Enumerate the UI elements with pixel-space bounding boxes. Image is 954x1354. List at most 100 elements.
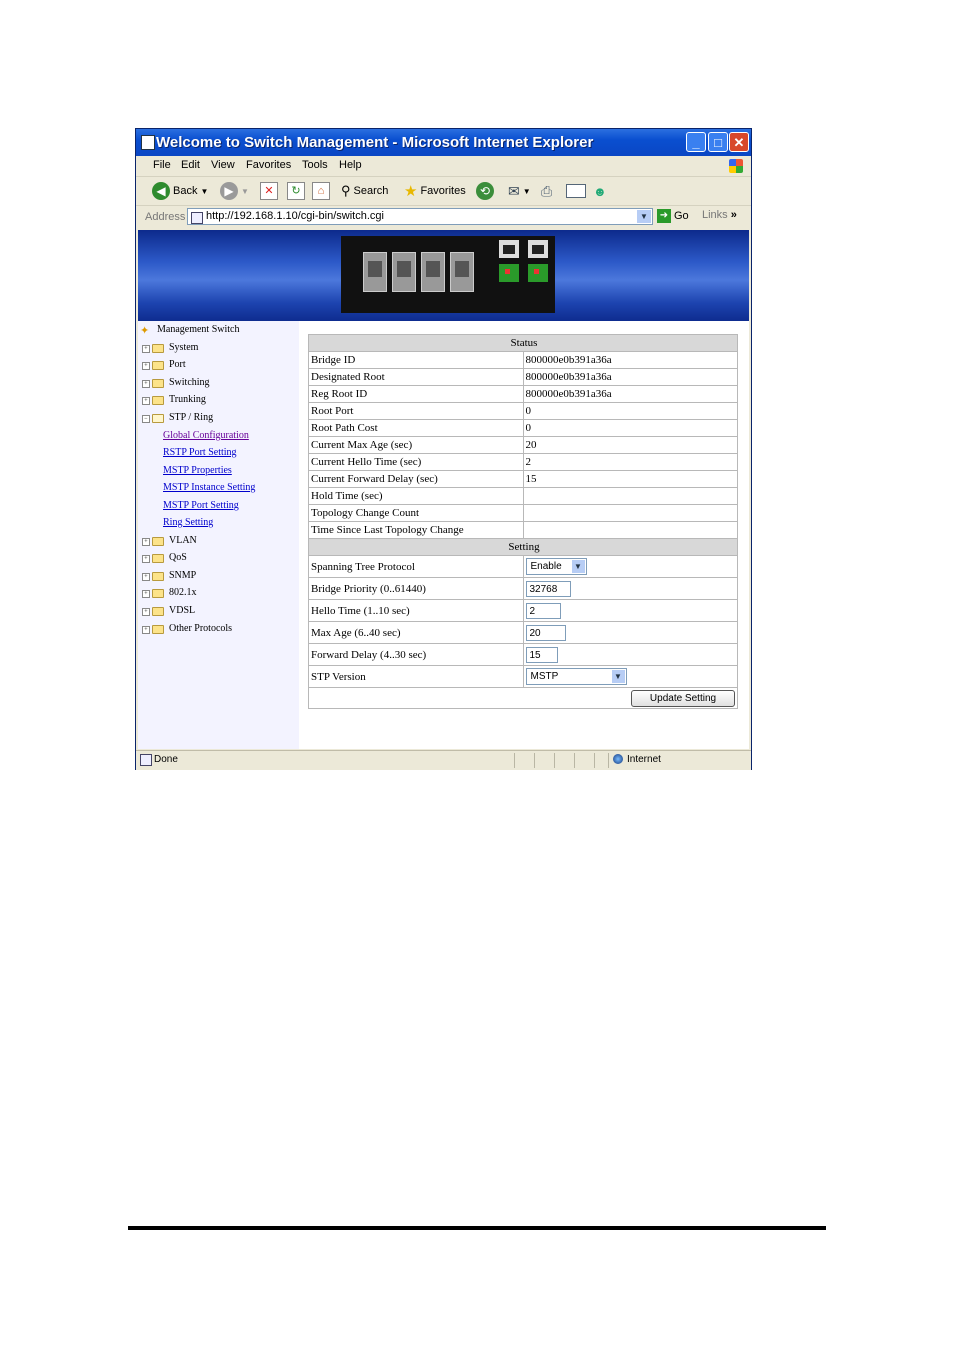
mail-dropdown-icon[interactable]: ▼ [523, 187, 531, 196]
table-row: Root Path Cost 0 [308, 419, 738, 437]
sidebar-item-system[interactable]: + System [138, 342, 299, 358]
links-button[interactable]: Links » [702, 209, 737, 221]
status-value [522, 504, 738, 522]
go-button[interactable]: ➜ Go [657, 209, 689, 223]
address-dropdown-icon[interactable]: ▼ [637, 210, 651, 223]
sidebar-item-stp-ring[interactable]: − STP / Ring [138, 412, 299, 428]
expand-icon[interactable]: + [142, 538, 150, 546]
sidebar-item-snmp[interactable]: + SNMP [138, 570, 299, 586]
table-row: Bridge ID 800000e0b391a36a [308, 351, 738, 369]
expand-icon[interactable]: + [142, 555, 150, 563]
title-bar[interactable]: Welcome to Switch Management - Microsoft… [136, 129, 751, 156]
menu-bar: File Edit View Favorites Tools Help [136, 156, 751, 177]
sidebar-item-vlan[interactable]: + VLAN [138, 535, 299, 551]
expand-icon[interactable]: + [142, 590, 150, 598]
sidebar-link-mstp-properties[interactable]: MSTP Properties [138, 465, 299, 481]
sidebar-item-label: VDSL [169, 605, 196, 616]
expand-icon[interactable]: + [142, 397, 150, 405]
globe-icon [613, 754, 623, 764]
status-divider [608, 753, 609, 768]
search-button[interactable]: ⚲ Search [341, 181, 388, 201]
sidebar-item-switching[interactable]: + Switching [138, 377, 299, 393]
menu-view[interactable]: View [211, 159, 235, 171]
expand-icon[interactable]: + [142, 626, 150, 634]
sidebar-item-vdsl[interactable]: + VDSL [138, 605, 299, 621]
sidebar-link-label: Global Configuration [163, 430, 249, 441]
expand-icon[interactable]: + [142, 608, 150, 616]
bridge-priority-input[interactable]: 32768 [525, 580, 571, 597]
status-bar: Done Internet [136, 750, 751, 770]
minimize-button[interactable]: _ [686, 132, 706, 152]
maximize-button[interactable]: □ [708, 132, 728, 152]
back-dropdown-icon[interactable]: ▼ [200, 187, 208, 196]
sidebar-link-rstp-port-setting[interactable]: RSTP Port Setting [138, 447, 299, 463]
messenger-button[interactable]: ☻ [593, 181, 607, 201]
stp-version-select[interactable]: MSTP ▼ [525, 668, 627, 685]
menu-favorites[interactable]: Favorites [246, 159, 291, 171]
refresh-button[interactable]: ↻ [287, 181, 305, 201]
menu-edit[interactable]: Edit [181, 159, 200, 171]
folder-icon [152, 589, 164, 598]
sidebar-item-port[interactable]: + Port [138, 359, 299, 375]
sidebar-item-label: VLAN [169, 535, 197, 546]
sidebar-link-global-configuration[interactable]: Global Configuration [138, 430, 299, 446]
edit-button[interactable] [566, 181, 586, 201]
sidebar-item-label: System [169, 342, 199, 353]
bridge-priority-label: Bridge Priority (0..61440) [308, 577, 524, 600]
sidebar-item-trunking[interactable]: + Trunking [138, 394, 299, 410]
back-button[interactable]: ◀ Back ▼ [152, 181, 208, 201]
favorites-button[interactable]: ★ Favorites [404, 181, 466, 201]
menu-file[interactable]: File [153, 159, 171, 171]
ethernet-port-icon [421, 252, 445, 292]
forward-delay-input[interactable]: 15 [525, 646, 558, 663]
tree-root[interactable]: ✦ Management Switch [138, 324, 299, 340]
menu-tools[interactable]: Tools [302, 159, 328, 171]
stop-button[interactable]: ✕ [260, 181, 278, 201]
status-value: 15 [522, 470, 738, 488]
sidebar-item-8021x[interactable]: + 802.1x [138, 587, 299, 603]
search-label: Search [353, 185, 389, 197]
browser-window: Welcome to Switch Management - Microsoft… [135, 128, 752, 770]
toolbar: ◀ Back ▼ ▶ ▼ ✕ ↻ ⌂ ⚲ Search ★ Favorites … [136, 177, 751, 206]
hello-time-input[interactable]: 2 [525, 602, 561, 619]
close-button[interactable]: ✕ [729, 132, 749, 152]
status-value: 800000e0b391a36a [522, 368, 738, 386]
ethernet-port-icon [450, 252, 474, 292]
table-row: Reg Root ID 800000e0b391a36a [308, 385, 738, 403]
open-folder-icon [152, 414, 164, 423]
max-age-input[interactable]: 20 [525, 624, 566, 641]
collapse-icon[interactable]: − [142, 415, 150, 423]
search-icon: ⚲ [341, 183, 351, 198]
windows-logo-icon [729, 159, 743, 173]
status-label: Bridge ID [308, 351, 524, 369]
menu-help[interactable]: Help [339, 159, 362, 171]
stp-table: Status Bridge ID 800000e0b391a36a Designa… [308, 334, 738, 709]
folder-icon [152, 344, 164, 353]
mail-button[interactable]: ✉ ▼ [508, 181, 531, 201]
expand-icon[interactable]: + [142, 362, 150, 370]
links-more-icon[interactable]: » [731, 209, 737, 221]
network-icon: ✦ [140, 325, 150, 337]
mail-icon: ✉ [508, 182, 520, 199]
expand-icon[interactable]: + [142, 345, 150, 353]
expand-icon[interactable]: + [142, 573, 150, 581]
stp-global-configuration: Status Bridge ID 800000e0b391a36a Designa… [308, 334, 738, 709]
sidebar-link-mstp-port-setting[interactable]: MSTP Port Setting [138, 500, 299, 516]
page-icon [191, 212, 203, 224]
stp-version-cell: MSTP ▼ [522, 665, 738, 688]
spanning-tree-select[interactable]: Enable ▼ [525, 558, 587, 575]
home-button[interactable]: ⌂ [312, 181, 330, 201]
edit-page-icon [566, 184, 586, 198]
sidebar-link-mstp-instance-setting[interactable]: MSTP Instance Setting [138, 482, 299, 498]
max-age-label: Max Age (6..40 sec) [308, 621, 524, 644]
forward-button[interactable]: ▶ ▼ [220, 181, 249, 201]
sidebar-item-label: 802.1x [169, 587, 197, 598]
sidebar-item-qos[interactable]: + QoS [138, 552, 299, 568]
print-button[interactable]: ⎙ [541, 181, 552, 201]
expand-icon[interactable]: + [142, 380, 150, 388]
address-input[interactable]: http://192.168.1.10/cgi-bin/switch.cgi ▼ [187, 208, 653, 225]
sidebar-link-ring-setting[interactable]: Ring Setting [138, 517, 299, 533]
sidebar-item-other-protocols[interactable]: + Other Protocols [138, 623, 299, 639]
update-setting-button[interactable]: Update Setting [631, 689, 735, 707]
history-button[interactable]: ⟲ [476, 181, 494, 201]
